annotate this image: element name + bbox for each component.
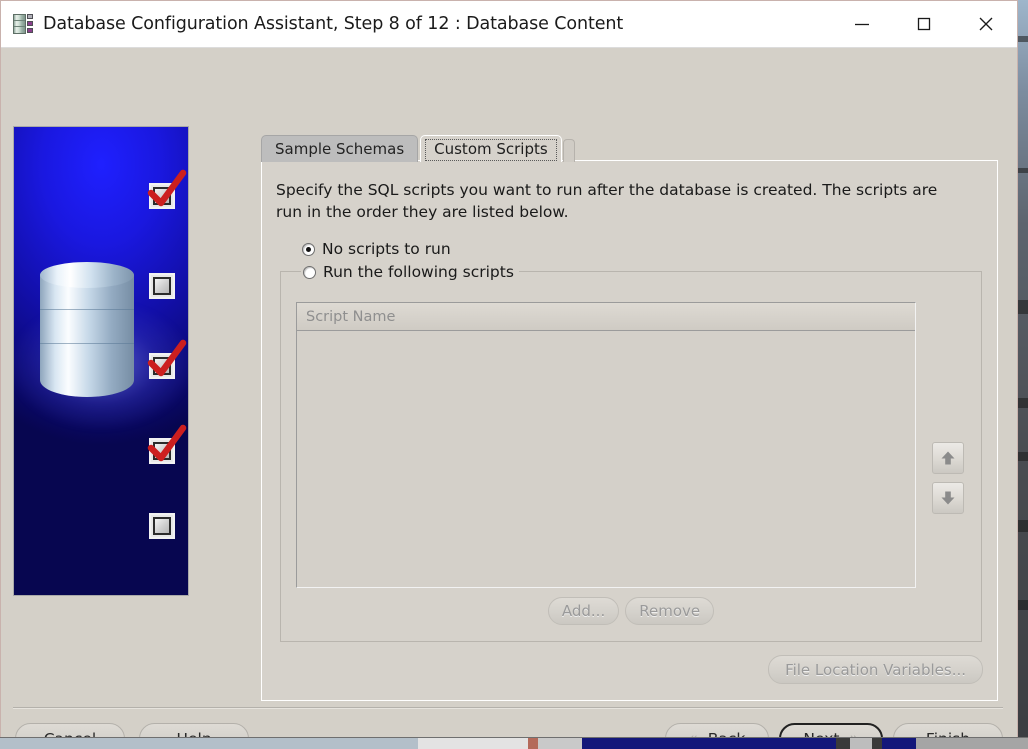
move-up-button[interactable]	[932, 442, 964, 474]
radio-label: No scripts to run	[322, 240, 451, 258]
banner-checkbox-empty	[149, 513, 175, 539]
banner-checkbox-empty	[149, 273, 175, 299]
tab-custom-scripts[interactable]: Custom Scripts	[420, 135, 562, 162]
desktop-background-sliver	[1018, 0, 1028, 748]
maximize-button[interactable]	[893, 1, 955, 46]
scripts-table[interactable]: Script Name	[296, 302, 916, 588]
client-area: Sample Schemas Custom Scripts Specify th…	[1, 48, 1017, 739]
minimize-icon	[855, 23, 869, 25]
banner-checkbox-checked	[147, 339, 187, 379]
file-location-wrap: File Location Variables...	[768, 655, 983, 684]
tab-bar: Sample Schemas Custom Scripts	[261, 134, 575, 162]
arrow-up-icon	[941, 451, 955, 465]
tab-label: Custom Scripts	[434, 140, 548, 158]
taskbar-sliver	[0, 737, 1028, 749]
arrow-down-icon	[941, 491, 955, 505]
radio-indicator	[302, 242, 315, 256]
window-controls	[831, 1, 1017, 46]
file-location-variables-button[interactable]: File Location Variables...	[768, 655, 983, 684]
window-title: Database Configuration Assistant, Step 8…	[43, 14, 624, 34]
radio-run-following-scripts[interactable]: Run the following scripts	[301, 263, 519, 281]
run-scripts-group: Run the following scripts Script Name Ad…	[280, 263, 982, 642]
title-bar: Database Configuration Assistant, Step 8…	[1, 1, 1017, 48]
table-body-empty[interactable]	[297, 331, 915, 587]
minimize-button[interactable]	[831, 1, 893, 46]
radio-indicator	[303, 265, 316, 279]
reorder-buttons	[932, 442, 964, 514]
radio-label: Run the following scripts	[323, 263, 514, 281]
move-down-button[interactable]	[932, 482, 964, 514]
add-remove-buttons: Add... Remove	[281, 597, 981, 625]
add-button[interactable]: Add...	[547, 597, 620, 625]
close-button[interactable]	[955, 1, 1017, 46]
remove-button[interactable]: Remove	[625, 597, 715, 625]
table-header-row: Script Name	[297, 303, 915, 331]
database-cylinder-graphic	[40, 262, 134, 408]
panel-description: Specify the SQL scripts you want to run …	[276, 181, 938, 221]
database-icon	[12, 12, 34, 36]
radio-no-scripts-to-run[interactable]: No scripts to run	[302, 240, 451, 258]
tab-content-panel: Specify the SQL scripts you want to run …	[261, 160, 998, 701]
tab-overflow-stub	[562, 139, 575, 162]
tab-sample-schemas[interactable]: Sample Schemas	[261, 135, 419, 162]
banner-checkbox-checked	[147, 424, 187, 464]
column-header-script-name: Script Name	[306, 308, 396, 325]
wizard-banner-image	[13, 126, 189, 596]
tab-label: Sample Schemas	[275, 140, 405, 158]
close-icon	[979, 17, 993, 30]
dbca-window: Database Configuration Assistant, Step 8…	[0, 0, 1018, 740]
maximize-icon	[917, 17, 931, 30]
footer-separator	[13, 707, 1003, 709]
banner-checkbox-checked	[147, 169, 187, 209]
